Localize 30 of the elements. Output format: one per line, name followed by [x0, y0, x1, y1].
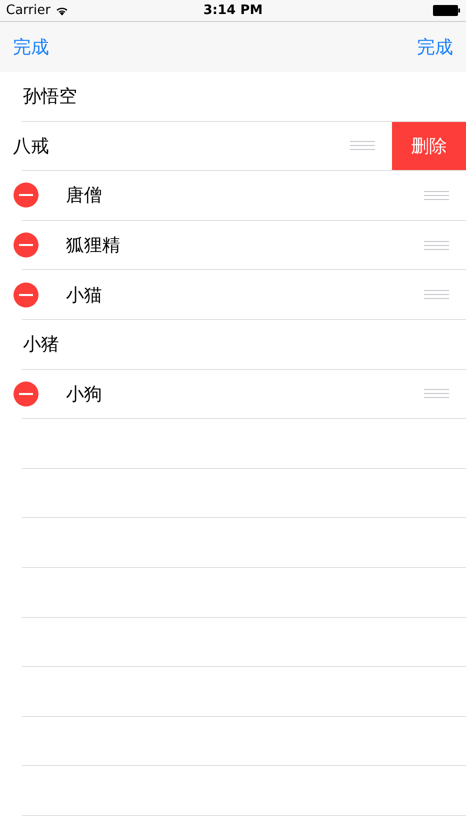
list-row[interactable]: 小狗	[0, 370, 466, 418]
done-button[interactable]: 完成	[417, 35, 453, 59]
row-label: 小猫	[66, 284, 102, 307]
status-time: 3:14 PM	[203, 3, 263, 18]
list-row[interactable]: 小猫	[0, 270, 466, 319]
row-label: 狐狸精	[66, 234, 120, 258]
row-label: 小狗	[66, 382, 102, 406]
row-label: 孙悟空	[23, 85, 77, 108]
reorder-handle-icon[interactable]	[350, 141, 375, 150]
reorder-handle-icon[interactable]	[424, 240, 449, 250]
list-row[interactable]: 小猪	[0, 320, 466, 369]
wifi-icon	[55, 5, 70, 16]
carrier-label: Carrier	[6, 3, 50, 18]
row-label: 八戒	[13, 134, 49, 158]
battery-icon	[433, 5, 460, 16]
list-row[interactable]: 唐僧	[0, 171, 466, 220]
delete-circle-icon[interactable]	[13, 232, 39, 258]
done-button[interactable]: 完成	[13, 35, 49, 59]
row-label: 唐僧	[66, 184, 102, 208]
list-row[interactable]: 孙悟空	[0, 72, 466, 121]
delete-circle-icon[interactable]	[13, 380, 39, 407]
reorder-handle-icon[interactable]	[424, 389, 449, 398]
delete-circle-icon[interactable]	[13, 182, 39, 208]
list-row[interactable]: 八戒 删除	[0, 122, 466, 170]
row-label: 小猪	[23, 333, 59, 356]
reorder-handle-icon[interactable]	[424, 290, 449, 300]
reorder-handle-icon[interactable]	[424, 190, 449, 200]
list-row[interactable]: 狐狸精	[0, 220, 466, 270]
delete-circle-icon[interactable]	[13, 282, 39, 308]
delete-button[interactable]: 删除	[392, 122, 466, 170]
